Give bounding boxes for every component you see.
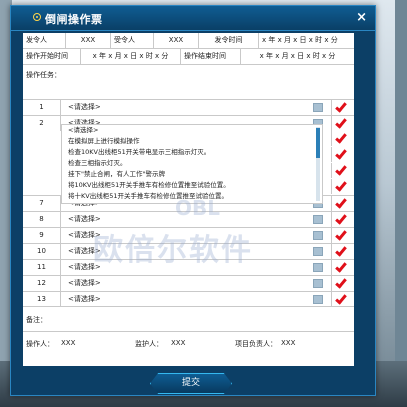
- checkmark-icon: [335, 131, 347, 144]
- operator-value: XXX: [61, 339, 76, 347]
- background-wall-right: [395, 0, 407, 407]
- check-cell: [331, 147, 354, 162]
- dropdown-arrow-icon[interactable]: [313, 295, 323, 304]
- close-button[interactable]: ×: [356, 10, 367, 25]
- checkmark-icon: [335, 196, 347, 209]
- supervisor-value: XXX: [171, 339, 186, 347]
- dropdown-arrow-icon[interactable]: [313, 231, 323, 240]
- checkmark-icon: [335, 260, 347, 273]
- task-row: 12 <请选择>: [23, 275, 354, 291]
- start-time-label: 操作开始时间: [23, 49, 81, 64]
- task-number: 7: [23, 196, 61, 211]
- issue-time-label: 发令时间: [199, 33, 259, 48]
- dropdown-arrow-icon[interactable]: [313, 215, 323, 224]
- checkmark-icon: [335, 116, 347, 129]
- task-row: 13 <请选择>: [23, 291, 354, 307]
- task-number: 12: [23, 276, 61, 291]
- checkmark-icon: [335, 276, 347, 289]
- task-select[interactable]: <请选择>: [61, 292, 311, 307]
- dropdown-option[interactable]: 检查三相指示灯灭。: [62, 158, 322, 169]
- task-number: 11: [23, 260, 61, 275]
- dialog-title-bar: 倒闸操作票 ×: [11, 6, 375, 31]
- dropdown-option[interactable]: 在模拟屏上进行模拟操作: [62, 136, 322, 147]
- dropdown-arrow-icon[interactable]: [313, 247, 323, 256]
- supervisor-label: 监护人：: [135, 340, 163, 348]
- header-row-2: 操作开始时间 x 年 x 月 x 日 x 时 x 分 操作结束时间 x 年 x …: [23, 49, 354, 65]
- end-time-value: x 年 x 月 x 日 x 时 x 分: [259, 52, 336, 60]
- checkmark-icon: [335, 244, 347, 257]
- receiver-value: XXX: [154, 33, 199, 48]
- header-row-1: 发令人 XXX 受令人 XXX 发令时间 x 年 x 月 x 日 x 时 x 分: [23, 33, 354, 49]
- check-cell: [331, 100, 354, 115]
- end-time-label: 操作结束时间: [181, 49, 241, 64]
- footer-divider: [23, 331, 354, 332]
- checkmark-icon: [335, 100, 347, 113]
- manager-value: XXX: [281, 339, 296, 347]
- dropdown-arrow-icon[interactable]: [313, 103, 323, 112]
- issue-time-value: x 年 x 月 x 日 x 时 x 分: [262, 36, 338, 44]
- checkmark-icon: [335, 163, 347, 176]
- checkmark-icon: [335, 147, 347, 160]
- checkmark-icon: [335, 292, 347, 305]
- dropdown-option[interactable]: <请选择>: [62, 125, 322, 136]
- check-cell: [331, 292, 354, 307]
- checkmark-icon: [335, 179, 347, 192]
- dropdown-arrow-icon[interactable]: [313, 279, 323, 288]
- task-row: 1 <请选择>: [23, 99, 354, 115]
- dialog-title: 倒闸操作票: [45, 13, 103, 26]
- check-cell: [331, 179, 354, 194]
- submit-button[interactable]: 提交: [150, 373, 232, 394]
- task-number: 13: [23, 292, 61, 307]
- task-select[interactable]: <请选择>: [61, 276, 311, 291]
- watermark-text: 欧倍尔软件: [93, 233, 253, 268]
- issuer-value: XXX: [66, 33, 111, 48]
- start-time-value: x 年 x 月 x 日 x 时 x 分: [81, 49, 181, 64]
- task-number: 9: [23, 228, 61, 243]
- check-cell: [331, 196, 354, 211]
- task-number: 8: [23, 212, 61, 227]
- watermark-logo: OBL: [175, 196, 220, 220]
- check-cell: [331, 260, 354, 275]
- dropdown-scrollbar-thumb[interactable]: [316, 128, 320, 158]
- dropdown-option[interactable]: 检查10KV出线柜51开关带电显示三相指示灯灭。: [62, 147, 322, 158]
- task-select[interactable]: <请选择>: [61, 100, 311, 115]
- dropdown-option[interactable]: 将10KV出线柜51开关手推车有检修位置推至试验位置。: [62, 180, 322, 191]
- task-dropdown-list: <请选择> 在模拟屏上进行模拟操作 检查10KV出线柜51开关带电显示三相指示灯…: [61, 124, 323, 204]
- title-target-icon: [33, 13, 41, 21]
- check-cell: [331, 244, 354, 259]
- check-cell: [331, 276, 354, 291]
- manager-label: 项目负责人：: [235, 340, 277, 348]
- check-cell: [331, 212, 354, 227]
- check-cell: [331, 163, 354, 178]
- remark-label: 备注：: [26, 316, 47, 324]
- task-number: 2: [23, 116, 61, 131]
- task-number: 1: [23, 100, 61, 115]
- task-number: 10: [23, 244, 61, 259]
- receiver-label: 受令人: [111, 33, 154, 48]
- task-section-label: 操作任务：: [26, 71, 61, 79]
- dropdown-option[interactable]: 挂下"禁止合闸，有人工作"警示牌: [62, 169, 322, 180]
- operator-label: 操作人：: [26, 340, 54, 348]
- issuer-label: 发令人: [23, 33, 66, 48]
- check-cell: [331, 116, 354, 131]
- check-cell: [331, 228, 354, 243]
- check-cell: [331, 131, 354, 146]
- checkmark-icon: [335, 212, 347, 225]
- checkmark-icon: [335, 228, 347, 241]
- dropdown-arrow-icon[interactable]: [313, 263, 323, 272]
